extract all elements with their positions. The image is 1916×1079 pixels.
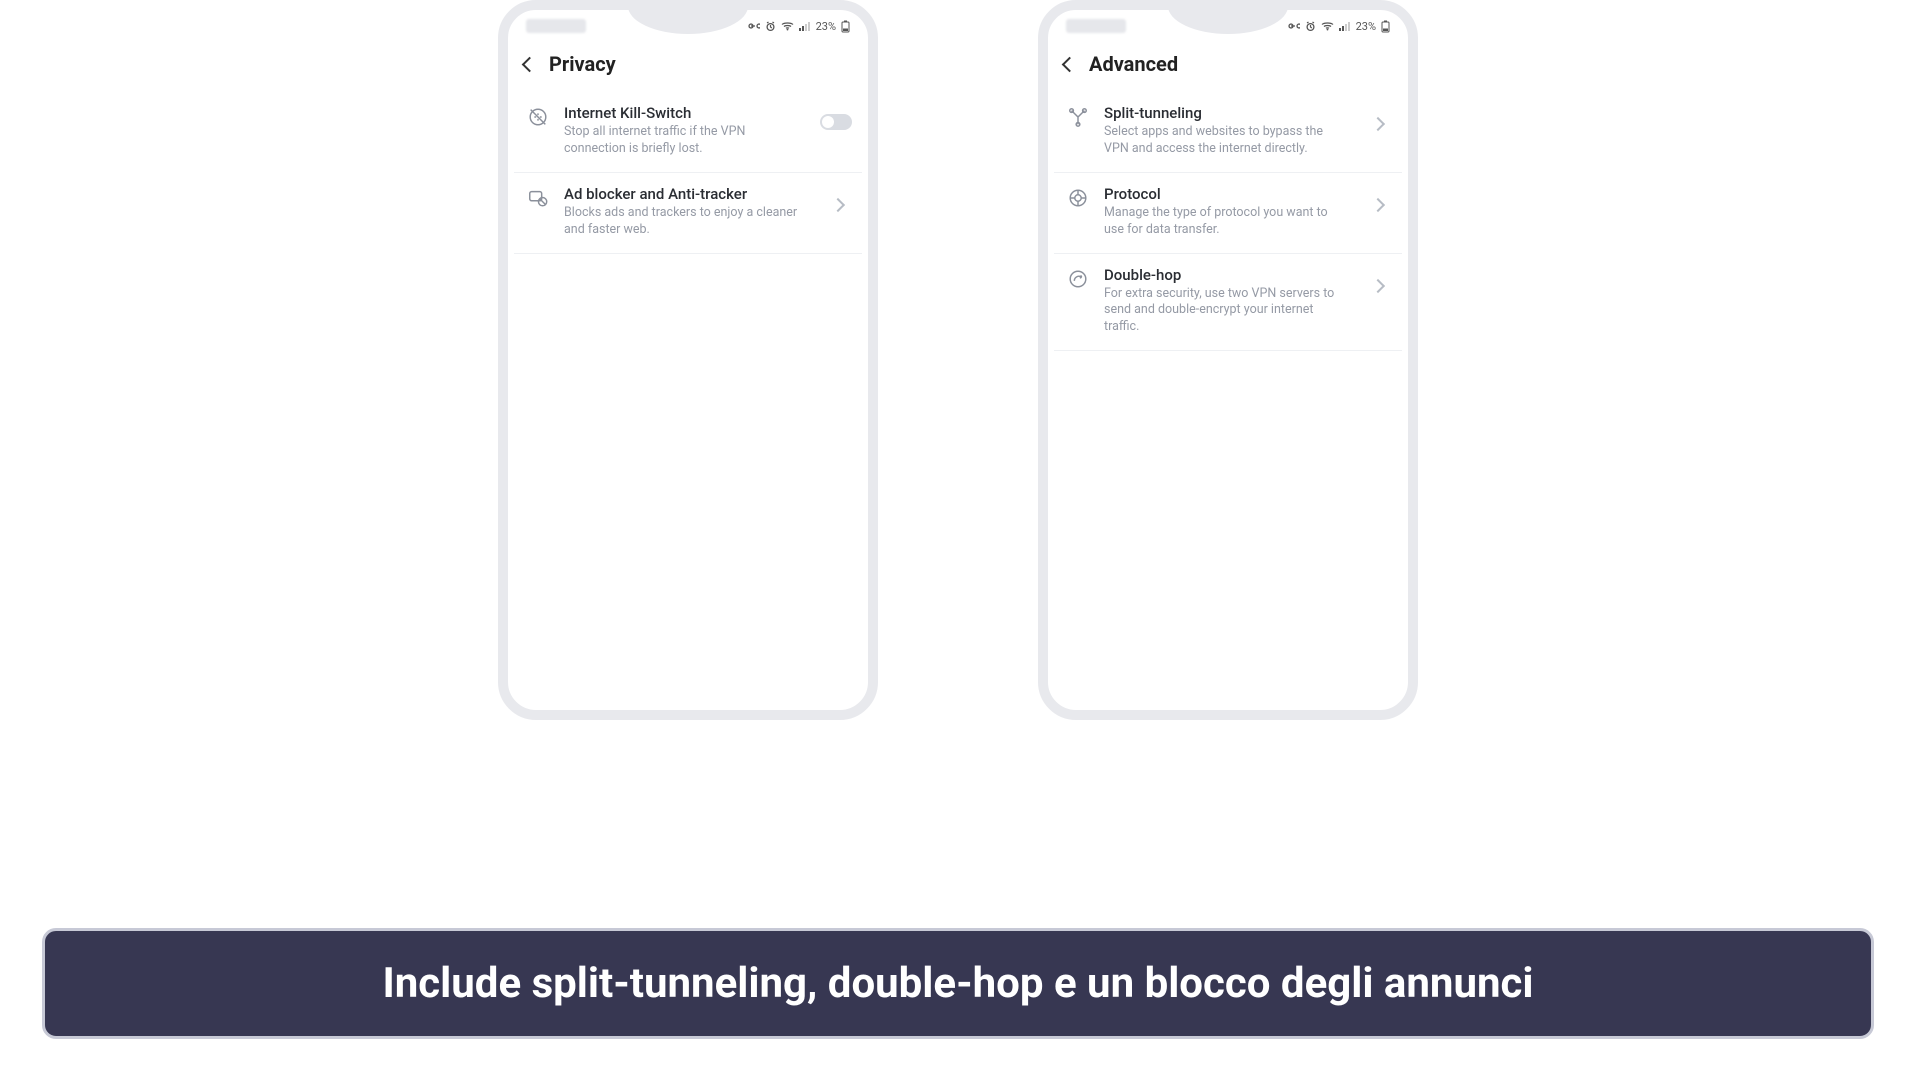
settings-list: Split-tunneling Select apps and websites…: [1048, 92, 1408, 351]
row-title: Split-tunneling: [1104, 104, 1352, 122]
chevron-right-icon: [1373, 195, 1383, 214]
caption-banner: Include split-tunneling, double-hop e un…: [42, 928, 1874, 1039]
row-double-hop[interactable]: Double-hop For extra security, use two V…: [1054, 254, 1402, 352]
battery-text: 23%: [1356, 20, 1376, 33]
row-title: Double-hop: [1104, 266, 1352, 284]
page-header: Advanced: [1048, 42, 1408, 92]
row-title: Protocol: [1104, 185, 1352, 203]
page-title: Privacy: [549, 52, 616, 76]
row-title: Internet Kill-Switch: [564, 104, 808, 122]
signal-icon: [1339, 21, 1351, 31]
alarm-icon: [1305, 21, 1316, 32]
page-header: Privacy: [508, 42, 868, 92]
alarm-icon: [765, 21, 776, 32]
battery-text: 23%: [816, 20, 836, 33]
wifi-icon: [781, 21, 794, 31]
row-desc: For extra security, use two VPN servers …: [1104, 286, 1352, 337]
phone-privacy: 23% Privacy Internet Ki: [498, 0, 878, 720]
row-ad-blocker[interactable]: Ad blocker and Anti-tracker Blocks ads a…: [514, 173, 862, 254]
signal-icon: [799, 21, 811, 31]
phones-row: 23% Privacy Internet Ki: [0, 0, 1916, 720]
settings-list: Internet Kill-Switch Stop all internet t…: [508, 92, 868, 254]
split-tunneling-icon: [1064, 104, 1092, 128]
status-right-icons: 23%: [746, 20, 850, 33]
back-button[interactable]: [1064, 55, 1075, 74]
battery-icon: [1381, 20, 1390, 33]
shield-off-icon: [524, 104, 552, 128]
row-protocol[interactable]: Protocol Manage the type of protocol you…: [1054, 173, 1402, 254]
row-desc: Stop all internet traffic if the VPN con…: [564, 124, 808, 158]
ad-block-icon: [524, 185, 552, 209]
phone-advanced: 23% Advanced Split-tunneling: [1038, 0, 1418, 720]
protocol-icon: [1064, 185, 1092, 209]
status-blurred-area: [526, 19, 586, 33]
back-button[interactable]: [524, 55, 535, 74]
vpn-icon: [746, 21, 760, 31]
kill-switch-toggle[interactable]: [820, 114, 852, 130]
battery-icon: [841, 20, 850, 33]
row-split-tunneling[interactable]: Split-tunneling Select apps and websites…: [1054, 92, 1402, 173]
row-title: Ad blocker and Anti-tracker: [564, 185, 812, 203]
caption-text: Include split-tunneling, double-hop e un…: [382, 959, 1533, 1008]
row-desc: Select apps and websites to bypass the V…: [1104, 124, 1352, 158]
row-kill-switch[interactable]: Internet Kill-Switch Stop all internet t…: [514, 92, 862, 173]
row-desc: Manage the type of protocol you want to …: [1104, 205, 1352, 239]
status-blurred-area: [1066, 19, 1126, 33]
vpn-icon: [1286, 21, 1300, 31]
chevron-right-icon: [1373, 114, 1383, 133]
page-title: Advanced: [1089, 52, 1178, 76]
row-desc: Blocks ads and trackers to enjoy a clean…: [564, 205, 812, 239]
status-right-icons: 23%: [1286, 20, 1390, 33]
double-hop-icon: [1064, 266, 1092, 290]
chevron-right-icon: [833, 195, 843, 214]
wifi-icon: [1321, 21, 1334, 31]
chevron-right-icon: [1373, 276, 1383, 295]
